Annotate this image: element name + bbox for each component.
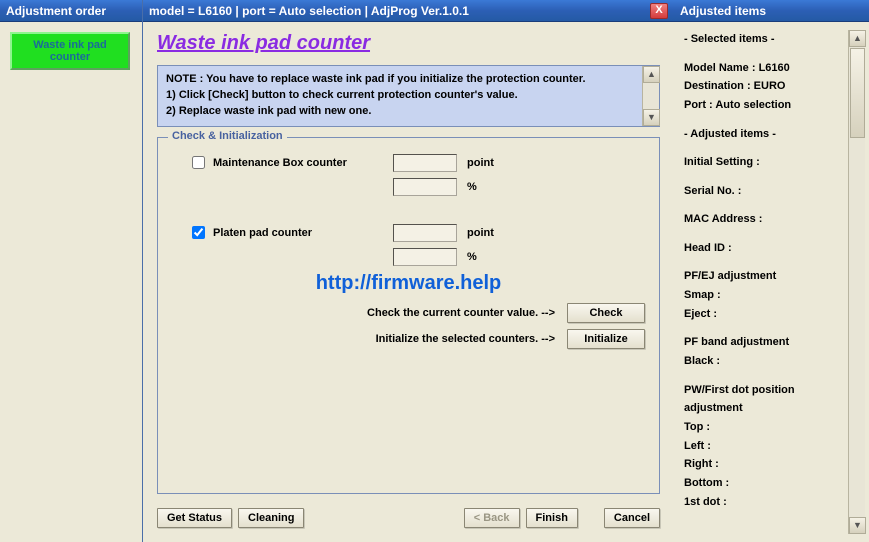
adjusted-item-line: Eject : <box>684 305 848 324</box>
finish-button[interactable]: Finish <box>526 508 578 528</box>
note-line-2: 1) Click [Check] button to check current… <box>166 88 651 104</box>
adjusted-item-line: Model Name : L6160 <box>684 59 848 78</box>
adjusted-item-line: Destination : EURO <box>684 77 848 96</box>
groupbox-legend: Check & Initialization <box>168 130 287 142</box>
page-title: Waste ink pad counter <box>157 32 660 55</box>
get-status-button[interactable]: Get Status <box>157 508 232 528</box>
initialize-button[interactable]: Initialize <box>567 329 645 349</box>
maintenance-box-point-value <box>393 154 457 172</box>
unit-point: point <box>467 157 507 169</box>
watermark-url: http://firmware.help <box>172 272 645 295</box>
adjusted-item-line <box>684 49 848 59</box>
right-scrollbar[interactable]: ▲ ▼ <box>848 30 865 534</box>
adjusted-item-line: Port : Auto selection <box>684 96 848 115</box>
adjusted-item-line <box>684 229 848 239</box>
unit-point-2: point <box>467 227 507 239</box>
note-scrollbar[interactable]: ▲ ▼ <box>642 66 659 126</box>
adjusted-item-line: Smap : <box>684 286 848 305</box>
adjusted-item-line: Top : <box>684 418 848 437</box>
note-line-3: 2) Replace waste ink pad with new one. <box>166 104 651 120</box>
adjusted-item-line: Right : <box>684 455 848 474</box>
initialize-hint-label: Initialize the selected counters. --> <box>376 333 555 345</box>
adjusted-item-line: Left : <box>684 437 848 456</box>
scroll-down-icon[interactable]: ▼ <box>849 517 866 534</box>
adjusted-item-line: - Adjusted items - <box>684 125 848 144</box>
unit-pct-2: % <box>467 251 507 263</box>
unit-pct: % <box>467 181 507 193</box>
adjusted-item-line <box>684 200 848 210</box>
close-icon[interactable]: X <box>650 3 668 19</box>
adjusted-item-line <box>684 143 848 153</box>
platen-pad-label: Platen pad counter <box>213 227 393 239</box>
maintenance-box-pct-value <box>393 178 457 196</box>
adjusted-items-content: - Selected items - Model Name : L6160Des… <box>684 30 848 534</box>
scroll-up-icon[interactable]: ▲ <box>849 30 866 47</box>
adjusted-item-line: 1st dot : <box>684 493 848 512</box>
note-line-1: NOTE : You have to replace waste ink pad… <box>166 72 651 88</box>
adjusted-item-line: Head ID : <box>684 239 848 258</box>
adjusted-item-line: PF/EJ adjustment <box>684 267 848 286</box>
check-hint-label: Check the current counter value. --> <box>367 307 555 319</box>
left-title-text: Adjustment order <box>6 4 106 18</box>
cancel-button[interactable]: Cancel <box>604 508 660 528</box>
adjusted-item-line: PW/First dot position adjustment <box>684 381 848 418</box>
cleaning-button[interactable]: Cleaning <box>238 508 304 528</box>
adjusted-item-line: Initial Setting : <box>684 153 848 172</box>
adjusted-item-line <box>684 323 848 333</box>
note-box: NOTE : You have to replace waste ink pad… <box>157 65 660 127</box>
scroll-down-icon[interactable]: ▼ <box>643 109 660 126</box>
maintenance-box-checkbox[interactable] <box>192 156 205 169</box>
adjusted-item-line <box>684 172 848 182</box>
scroll-thumb[interactable] <box>850 48 865 138</box>
back-button[interactable]: < Back <box>464 508 520 528</box>
adjusted-item-line: MAC Address : <box>684 210 848 229</box>
adjusted-item-line: Black : <box>684 352 848 371</box>
scroll-up-icon[interactable]: ▲ <box>643 66 660 83</box>
adjusted-item-line: - Selected items - <box>684 30 848 49</box>
platen-pad-point-value <box>393 224 457 242</box>
right-title-text: Adjusted items <box>680 4 766 18</box>
adjusted-item-line: Serial No. : <box>684 182 848 201</box>
check-initialization-group: Check & Initialization Maintenance Box c… <box>157 137 660 494</box>
platen-pad-checkbox[interactable] <box>192 226 205 239</box>
maintenance-box-label: Maintenance Box counter <box>213 157 393 169</box>
adjusted-item-line <box>684 371 848 381</box>
center-titlebar: model = L6160 | port = Auto selection | … <box>143 0 674 22</box>
right-titlebar: Adjusted items <box>674 0 869 22</box>
adjusted-item-line: Bottom : <box>684 474 848 493</box>
left-titlebar: Adjustment order <box>0 0 142 22</box>
platen-pad-pct-value <box>393 248 457 266</box>
waste-ink-pad-counter-button[interactable]: Waste ink padcounter <box>10 32 130 70</box>
adjusted-item-line <box>684 258 848 268</box>
center-title-text: model = L6160 | port = Auto selection | … <box>149 4 469 18</box>
check-button[interactable]: Check <box>567 303 645 323</box>
adjusted-item-line <box>684 115 848 125</box>
adjusted-item-line: PF band adjustment <box>684 333 848 352</box>
